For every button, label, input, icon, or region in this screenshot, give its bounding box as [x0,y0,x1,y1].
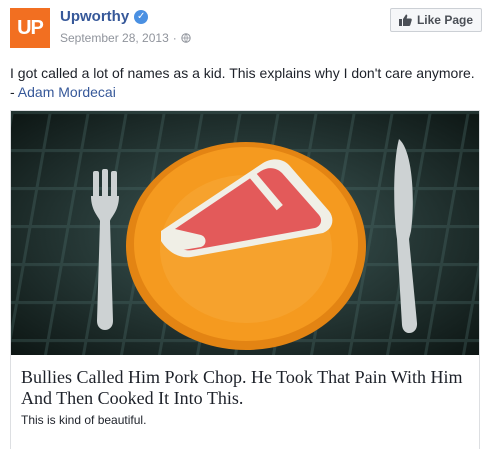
post-text: I got called a lot of names as a kid. Th… [10,65,475,81]
verified-check-icon: ✓ [134,9,149,24]
thumbs-up-icon [398,14,412,26]
globe-icon[interactable] [181,33,191,43]
post-message: I got called a lot of names as a kid. Th… [10,64,480,102]
meta-separator: · [172,31,177,45]
page-avatar[interactable]: UP [10,8,50,48]
post-date[interactable]: September 28, 2013 [60,31,169,45]
author-link[interactable]: Adam Mordecai [18,84,116,100]
author-prefix: - [10,84,18,100]
post-meta: September 28, 2013 · [60,31,191,45]
link-card-description: This is kind of beautiful. [21,413,147,427]
logo-text: UP [17,16,44,39]
page-name-link[interactable]: Upworthy [60,8,129,25]
link-card-image[interactable] [11,111,479,355]
pork-chop-plate-icon [11,111,479,355]
link-card-title[interactable]: Bullies Called Him Pork Chop. He Took Th… [21,367,469,409]
link-card-body[interactable]: Bullies Called Him Pork Chop. He Took Th… [11,355,479,450]
post-header: UP Upworthy ✓ September 28, 2013 · Like … [10,4,482,52]
link-card[interactable]: Bullies Called Him Pork Chop. He Took Th… [10,110,480,449]
like-page-label: Like Page [416,13,473,27]
like-page-button[interactable]: Like Page [389,8,482,32]
page-name-row: Upworthy ✓ [60,8,149,25]
